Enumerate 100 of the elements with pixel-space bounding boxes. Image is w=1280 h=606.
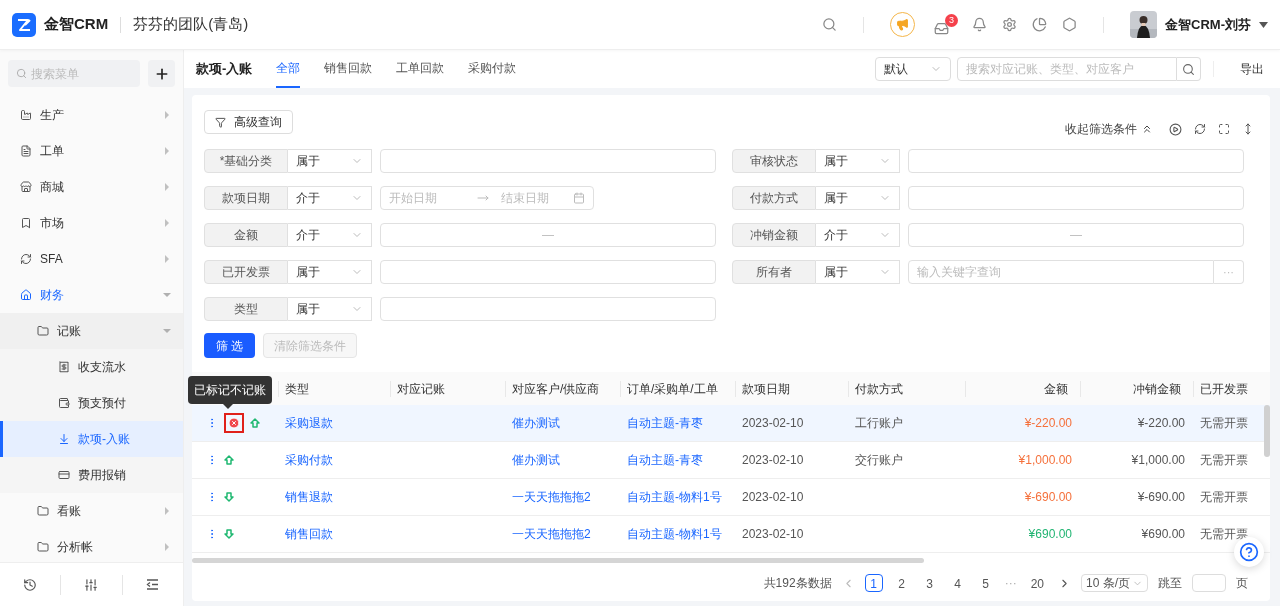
column-header: 款项日期 [741, 380, 791, 398]
table-link[interactable]: 一天天拖拖拖2 [512, 490, 591, 504]
history-icon[interactable] [23, 577, 38, 592]
operator-select[interactable]: 属于 [816, 260, 900, 284]
sidebar-item[interactable]: 看账 [0, 493, 183, 529]
operator-select[interactable]: 属于 [816, 186, 900, 210]
operator-select[interactable]: 介于 [288, 223, 372, 247]
caret-right-icon [163, 219, 171, 227]
tab[interactable]: 全部 [276, 50, 301, 88]
table-link[interactable]: 催办测试 [512, 453, 560, 467]
table-cell: ¥-690.00 [1024, 490, 1072, 504]
table-link[interactable]: 自动主题-青枣 [627, 453, 703, 467]
page-input[interactable] [1192, 574, 1226, 592]
filter-label: 冲销金额 [732, 223, 816, 247]
table-link[interactable]: 销售回款 [285, 527, 333, 541]
sidebar-item[interactable]: 市场 [0, 205, 183, 241]
table-cell: ¥1,000.00 [1018, 453, 1072, 467]
tab[interactable]: 采购付款 [468, 50, 517, 88]
refresh-icon[interactable] [1194, 123, 1206, 135]
hexagon-icon[interactable] [1062, 17, 1078, 32]
table-link[interactable]: 一天天拖拖拖2 [512, 527, 591, 541]
sidebar-item[interactable]: 记账 [0, 313, 183, 349]
vertical-scrollbar[interactable] [1264, 405, 1270, 457]
receipt-icon [58, 361, 70, 373]
caret-down-icon[interactable] [1259, 21, 1268, 28]
filter-label: 已开发票 [204, 260, 288, 284]
tooltip-pointer-icon [223, 404, 233, 409]
sidebar-item[interactable]: 款项-入账 [0, 421, 183, 457]
tab[interactable]: 工单回款 [396, 50, 445, 88]
sidebar-item[interactable]: 财务 [0, 277, 183, 313]
user-name[interactable]: 金智CRM-刘芬 [1165, 14, 1251, 35]
page-button[interactable]: 1 [864, 574, 883, 592]
filter-label: 金额 [204, 223, 288, 247]
tab[interactable]: 销售回款 [324, 50, 373, 88]
fullscreen-icon[interactable] [1218, 123, 1230, 135]
sidebar-item[interactable]: 工单 [0, 133, 183, 169]
table-link[interactable]: 催办测试 [512, 416, 560, 430]
operator-select[interactable]: 属于 [288, 297, 372, 321]
collapse-filters-link[interactable]: 收起筛选条件 [1065, 120, 1153, 138]
filter-label: 付款方式 [732, 186, 816, 210]
value-field[interactable] [380, 149, 716, 173]
operator-select[interactable]: 属于 [288, 149, 372, 173]
table-link[interactable]: 自动主题-青枣 [627, 416, 703, 430]
table-cell: 2023-02-10 [742, 416, 804, 430]
page-button[interactable]: 2 [892, 574, 911, 592]
page-button[interactable]: 4 [948, 574, 967, 592]
value-field[interactable] [380, 260, 716, 284]
value-field[interactable] [908, 149, 1244, 173]
help-icon [1239, 542, 1259, 562]
table-cell: 2023-02-10 [742, 490, 804, 504]
page-button[interactable]: 5 [976, 574, 995, 592]
column-header: 已开发票 [1199, 380, 1249, 398]
view-select[interactable]: 默认 [875, 57, 951, 81]
add-button[interactable] [148, 60, 175, 87]
operator-select[interactable]: 介于 [816, 223, 900, 247]
collapse-menu-icon[interactable] [146, 579, 160, 590]
pie-chart-icon[interactable] [1032, 17, 1048, 32]
search-icon[interactable] [822, 17, 838, 32]
page-button[interactable]: 20 [1026, 574, 1048, 592]
sidebar-item[interactable]: SFA [0, 241, 183, 277]
sidebar-item[interactable]: 生产 [0, 97, 183, 133]
advanced-query-button[interactable]: 高级查询 [204, 110, 293, 134]
caret-right-icon [163, 111, 171, 119]
table-cell: 无需开票 [1200, 490, 1248, 504]
table-cell: ¥690.00 [1141, 527, 1185, 541]
table-link[interactable]: 销售退款 [285, 490, 333, 504]
column-header: 冲销金额 [1132, 380, 1182, 398]
value-field[interactable] [908, 186, 1244, 210]
document-icon [20, 145, 32, 157]
horizontal-scrollbar[interactable] [192, 558, 924, 563]
table-link[interactable]: 采购付款 [285, 453, 333, 467]
excluded-icon[interactable] [224, 413, 244, 433]
bell-icon[interactable] [972, 17, 988, 32]
settings-icon[interactable] [1002, 17, 1018, 32]
filter-button[interactable]: 筛 选 [204, 333, 256, 358]
table-link[interactable]: 自动主题-物料1号 [627, 527, 722, 541]
table-link[interactable]: 采购退款 [285, 416, 333, 430]
card-icon [58, 469, 70, 481]
page-size-select[interactable]: 10 条/页 [1081, 574, 1148, 592]
operator-select[interactable]: 介于 [288, 186, 372, 210]
bookmark-icon [20, 217, 32, 229]
sidebar-item[interactable]: 收支流水 [0, 349, 183, 385]
page-button[interactable]: 3 [920, 574, 939, 592]
sidebar-item[interactable]: 费用报销 [0, 457, 183, 493]
export-button[interactable]: 导出 [1240, 60, 1264, 78]
search-button[interactable] [1177, 57, 1201, 81]
operator-select[interactable]: 属于 [816, 149, 900, 173]
table-link[interactable]: 自动主题-物料1号 [627, 490, 722, 504]
factory-icon [20, 109, 32, 121]
table-cell: 无需开票 [1200, 527, 1248, 541]
sliders-icon[interactable] [84, 577, 99, 592]
table-cell: 2023-02-10 [742, 527, 804, 541]
table-cell: 工行账户 [855, 416, 903, 430]
sidebar-item[interactable]: 分析帐 [0, 529, 183, 562]
inbox-button[interactable]: 3 [934, 13, 959, 36]
sidebar-item[interactable]: 预支预付 [0, 385, 183, 421]
sidebar-item[interactable]: 商城 [0, 169, 183, 205]
value-field[interactable] [380, 297, 716, 321]
operator-select[interactable]: 属于 [288, 260, 372, 284]
play-icon[interactable] [1169, 122, 1182, 136]
